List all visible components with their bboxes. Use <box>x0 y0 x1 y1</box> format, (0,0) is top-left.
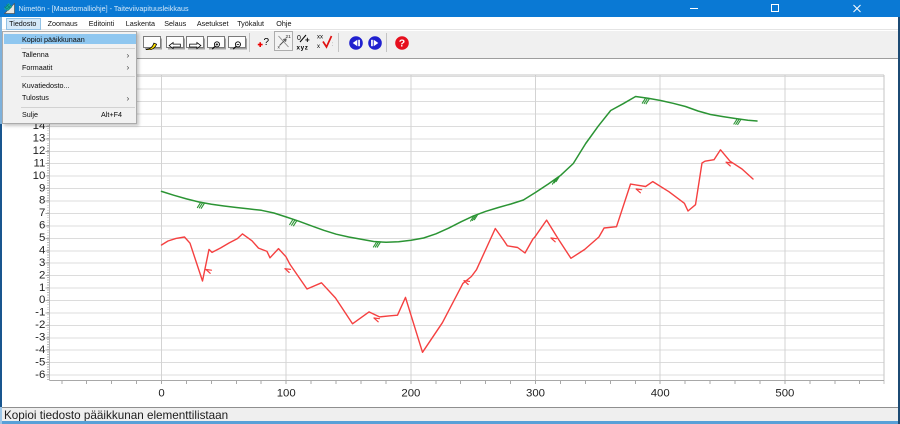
svg-text:?: ? <box>398 38 404 50</box>
svg-text:-1: -1 <box>35 307 45 319</box>
svg-text:500: 500 <box>775 388 794 400</box>
svg-text:200: 200 <box>401 388 420 400</box>
svg-text:4: 4 <box>39 244 45 256</box>
svg-text:400: 400 <box>651 388 670 400</box>
svg-text:13: 13 <box>33 133 46 145</box>
svg-text::: : <box>331 42 333 48</box>
svg-text:xx: xx <box>317 35 323 41</box>
svg-text:x: x <box>278 46 281 51</box>
svg-text:6: 6 <box>39 220 45 232</box>
svg-text:2: 2 <box>39 269 45 281</box>
svg-text:+: + <box>305 36 310 45</box>
svg-text:12: 12 <box>33 145 46 157</box>
svg-text:10: 10 <box>33 170 46 182</box>
svg-text:xyz: xyz <box>297 45 309 52</box>
svg-text:100: 100 <box>277 388 296 400</box>
svg-text:1: 1 <box>39 282 45 294</box>
svg-text:300: 300 <box>526 388 545 400</box>
svg-text:-6: -6 <box>35 369 45 381</box>
svg-text:5: 5 <box>39 232 45 244</box>
svg-text:0: 0 <box>39 294 45 306</box>
svg-text:-2: -2 <box>35 319 45 331</box>
svg-text:-3: -3 <box>35 332 45 344</box>
svg-text:x: x <box>317 44 320 50</box>
svg-text:3: 3 <box>39 257 45 269</box>
svg-text:7: 7 <box>39 207 45 219</box>
svg-text:0: 0 <box>158 388 164 400</box>
svg-text:21: 21 <box>286 34 292 40</box>
svg-text:?: ? <box>264 37 270 48</box>
svg-text:-4: -4 <box>35 344 45 356</box>
svg-text:-5: -5 <box>35 356 45 368</box>
svg-text:8: 8 <box>39 195 45 207</box>
svg-text:11: 11 <box>33 157 45 169</box>
svg-text:9: 9 <box>39 182 45 194</box>
